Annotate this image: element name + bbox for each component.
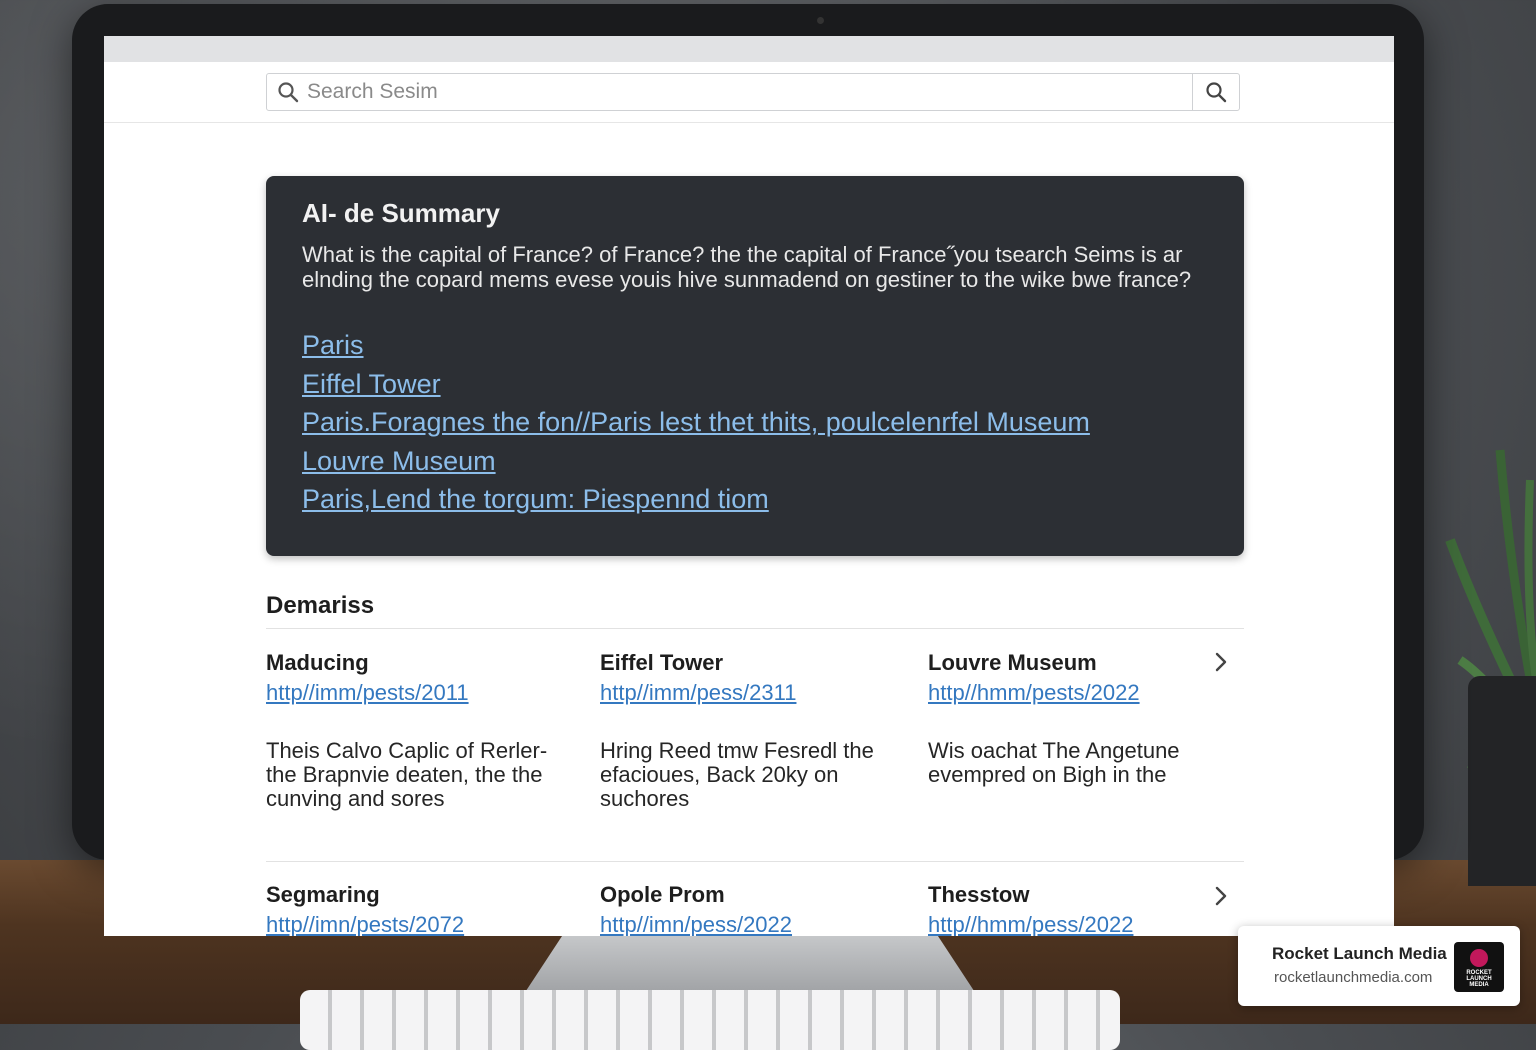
brand-name: Rocket Launch Media: [1272, 944, 1447, 963]
ai-link-paris[interactable]: Paris: [302, 326, 1090, 365]
result-url[interactable]: http//hmm/pests/2022: [928, 680, 1238, 706]
result-url[interactable]: http//imm/pess/2311: [600, 680, 910, 706]
browser-top-bar: [104, 36, 1394, 62]
result-title: Thesstow: [928, 882, 1030, 907]
chevron-right-icon[interactable]: [1212, 884, 1230, 908]
result-snippet: Theis Calvo Caplic of Rerler- the Brapnv…: [266, 738, 548, 811]
search-input[interactable]: [307, 74, 1187, 110]
search-button[interactable]: [1192, 74, 1239, 110]
keyboard: [300, 990, 1120, 1050]
result-title: Louvre Museum: [928, 650, 1097, 675]
logo-text-line: MEDIA: [1469, 982, 1489, 988]
divider: [266, 628, 1244, 629]
search-icon: [278, 82, 299, 103]
ai-link-louvre-museum[interactable]: Louvre Museum: [302, 442, 1090, 481]
search-box[interactable]: [266, 73, 1240, 111]
ai-summary-links: Paris Eiffel Tower Paris.Foragnes the fo…: [302, 326, 1090, 519]
result-item: Opole Prom http//imn/pess/2022: [600, 882, 910, 936]
result-item: Eiffel Tower http//imm/pess/2311: [600, 650, 910, 706]
ai-summary-card: AI- de Summary What is the capital of Fr…: [266, 176, 1244, 556]
result-url[interactable]: http//imm/pests/2011: [266, 680, 576, 706]
result-title: Segmaring: [266, 882, 380, 907]
brand-badge: Rocket Launch Media rocketlaunchmedia.co…: [1238, 926, 1520, 1006]
plant-pot: [1468, 676, 1536, 886]
result-title: Maducing: [266, 650, 369, 675]
result-title: Opole Prom: [600, 882, 725, 907]
result-url[interactable]: http//hmm/pess/2022: [928, 912, 1238, 936]
ai-summary-title: AI- de Summary: [302, 198, 500, 228]
result-item: Thesstow http//hmm/pess/2022: [928, 882, 1238, 936]
result-url[interactable]: http//imn/pess/2022: [600, 912, 910, 936]
browser-screen: AI- de Summary What is the capital of Fr…: [104, 36, 1394, 936]
brand-url: rocketlaunchmedia.com: [1274, 969, 1433, 986]
result-item: Maducing http//imm/pests/2011: [266, 650, 576, 706]
chevron-right-icon[interactable]: [1212, 650, 1230, 674]
result-snippet: Hring Reed tmw Fesredl the efacioues, Ba…: [600, 738, 874, 811]
result-title: Eiffel Tower: [600, 650, 724, 675]
result-item: Louvre Museum http//hmm/pests/2022: [928, 650, 1238, 706]
results-section-title: Demariss: [266, 592, 375, 619]
result-url[interactable]: http//imn/pests/2072: [266, 912, 576, 936]
search-icon: [1206, 82, 1227, 103]
ai-link-paris-museum[interactable]: Paris.Foragnes the fon//Paris lest thet …: [302, 403, 1090, 442]
rocket-logo-mark: [1470, 949, 1488, 967]
webcam-dot: [817, 17, 824, 24]
result-item: Segmaring http//imn/pests/2072: [266, 882, 576, 936]
ai-summary-text: What is the capital of France? of France…: [302, 242, 1192, 292]
ai-link-paris-tiom[interactable]: Paris,Lend the torgum: Piespennd tiom: [302, 480, 1090, 519]
result-snippet: Wis oachat The Angetune evempred on Bigh…: [928, 738, 1180, 787]
rocket-logo-icon: ROCKET LAUNCH MEDIA: [1454, 942, 1504, 992]
divider: [266, 861, 1244, 862]
ai-link-eiffel-tower[interactable]: Eiffel Tower: [302, 365, 1090, 404]
search-header: [104, 62, 1394, 123]
